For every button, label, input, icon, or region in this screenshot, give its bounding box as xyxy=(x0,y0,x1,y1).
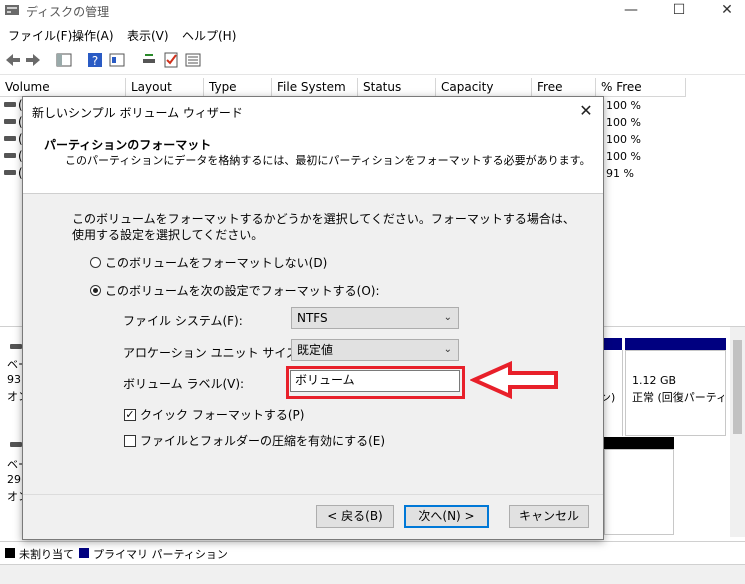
svg-text:?: ? xyxy=(92,54,98,68)
quick-format-checkbox[interactable]: ✓ xyxy=(124,409,136,421)
compression-label[interactable]: ファイルとフォルダーの圧縮を有効にする(E) xyxy=(140,432,385,449)
help-icon[interactable]: ? xyxy=(86,51,104,69)
recovery-partition-size: 1.12 GB xyxy=(632,374,677,387)
legend-unallocated-label: 未割り当て xyxy=(19,548,74,561)
menu-help[interactable]: ヘルプ(H) xyxy=(182,27,236,44)
window-title: ディスクの管理 xyxy=(26,5,110,19)
back-button[interactable]: < 戻る(B) xyxy=(316,505,394,528)
chevron-down-icon: ⌄ xyxy=(443,344,452,355)
file-system-select[interactable]: NTFS ⌄ xyxy=(291,307,459,329)
compression-checkbox[interactable] xyxy=(124,435,136,447)
menu-bar: ファイル(F) 操作(A) 表示(V) ヘルプ(H) xyxy=(0,24,745,44)
volume-icon xyxy=(4,136,16,141)
wizard-title-bar: 新しいシンプル ボリューム ウィザード ✕ xyxy=(23,97,603,125)
format-label[interactable]: このボリュームを次の設定でフォーマットする(O): xyxy=(105,282,380,299)
scrollbar-thumb[interactable] xyxy=(733,340,742,434)
column-header-capacity[interactable]: Capacity xyxy=(436,78,532,97)
recovery-partition-status: 正常 (回復パーティ xyxy=(632,391,724,404)
toolbar: ? xyxy=(0,46,745,75)
allocation-unit-size-value: 既定値 xyxy=(297,343,334,357)
volume-icon xyxy=(4,170,16,175)
menu-view[interactable]: 表示(V) xyxy=(127,27,169,44)
volume-icon xyxy=(4,119,16,124)
menu-file[interactable]: ファイル(F) xyxy=(8,27,72,44)
back-arrow-icon[interactable] xyxy=(4,51,22,69)
allocation-unit-size-select[interactable]: 既定値 ⌄ xyxy=(291,339,459,361)
disk-icon xyxy=(10,442,22,447)
connect-icon[interactable] xyxy=(140,51,158,69)
volume-label-label: ボリューム ラベル(V): xyxy=(123,377,245,391)
quick-format-label[interactable]: クイック フォーマットする(P) xyxy=(140,406,304,423)
percent-free: 91 % xyxy=(606,167,634,180)
minimize-button[interactable]: — xyxy=(608,0,654,22)
chevron-down-icon: ⌄ xyxy=(443,312,452,323)
title-bar: ディスクの管理 — ☐ ✕ xyxy=(0,0,745,22)
legend-primary-label: プライマリ パーティション xyxy=(93,548,228,561)
file-system-value: NTFS xyxy=(297,311,328,325)
percent-free: 100 % xyxy=(606,99,641,112)
partition-bar xyxy=(604,338,622,350)
wizard-close-button[interactable]: ✕ xyxy=(573,99,599,123)
unallocated-bar xyxy=(604,437,674,449)
volume-icon xyxy=(4,102,16,107)
wizard-title: 新しいシンプル ボリューム ウィザード xyxy=(32,106,243,120)
no-format-label[interactable]: このボリュームをフォーマットしない(D) xyxy=(105,254,327,271)
wizard-description: このボリュームをフォーマットするかどうかを選択してください。フォーマットする場合… xyxy=(72,212,575,242)
file-system-label: ファイル システム(F): xyxy=(123,314,243,328)
status-bar xyxy=(0,564,745,584)
menu-action[interactable]: 操作(A) xyxy=(72,27,114,44)
annotation-arrow-icon xyxy=(470,360,558,400)
maximize-button[interactable]: ☐ xyxy=(656,0,702,22)
wizard-heading: パーティションのフォーマット xyxy=(44,138,212,152)
new-simple-volume-wizard: 新しいシンプル ボリューム ウィザード ✕ パーティションのフォーマット このパ… xyxy=(22,96,604,540)
disk-icon xyxy=(10,344,22,349)
column-header-layout[interactable]: Layout xyxy=(126,78,204,97)
list-view-icon[interactable] xyxy=(184,51,202,69)
next-button[interactable]: 次へ(N) > xyxy=(404,505,489,528)
legend-unallocated-swatch xyxy=(5,548,15,558)
disk-0-size: 93 xyxy=(7,373,21,386)
column-header-volume[interactable]: Volume xyxy=(0,78,126,97)
legend: 未割り当て プライマリ パーティション xyxy=(0,541,745,564)
percent-free: 100 % xyxy=(606,150,641,163)
column-header-percent-free[interactable]: % Free xyxy=(596,78,686,97)
close-button[interactable]: ✕ xyxy=(704,0,745,22)
recovery-partition-bar xyxy=(625,338,726,350)
wizard-subheading: このパーティションにデータを格納するには、最初にパーティションをフォーマットする… xyxy=(65,154,591,167)
column-header-status[interactable]: Status xyxy=(358,78,436,97)
forward-arrow-icon[interactable] xyxy=(24,51,42,69)
annotation-highlight-box xyxy=(286,366,465,399)
column-header-file-system[interactable]: File System xyxy=(272,78,358,97)
console-tree-icon[interactable] xyxy=(55,51,73,69)
percent-free: 100 % xyxy=(606,116,641,129)
volume-icon xyxy=(4,153,16,158)
percent-free: 100 % xyxy=(606,133,641,146)
disk-management-icon xyxy=(5,5,19,15)
properties-icon[interactable] xyxy=(108,51,126,69)
column-header-type[interactable]: Type xyxy=(204,78,272,97)
wizard-header: パーティションのフォーマット このパーティションにデータを格納するには、最初にパ… xyxy=(23,125,603,194)
wizard-separator xyxy=(23,494,603,495)
format-radio[interactable] xyxy=(90,285,101,296)
unallocated-space[interactable] xyxy=(604,449,674,535)
no-format-radio[interactable] xyxy=(90,257,101,268)
cancel-button[interactable]: キャンセル xyxy=(509,505,589,528)
column-header-free-space[interactable]: Free Spa... xyxy=(532,78,596,113)
legend-primary-swatch xyxy=(79,548,89,558)
checklist-icon[interactable] xyxy=(162,51,180,69)
